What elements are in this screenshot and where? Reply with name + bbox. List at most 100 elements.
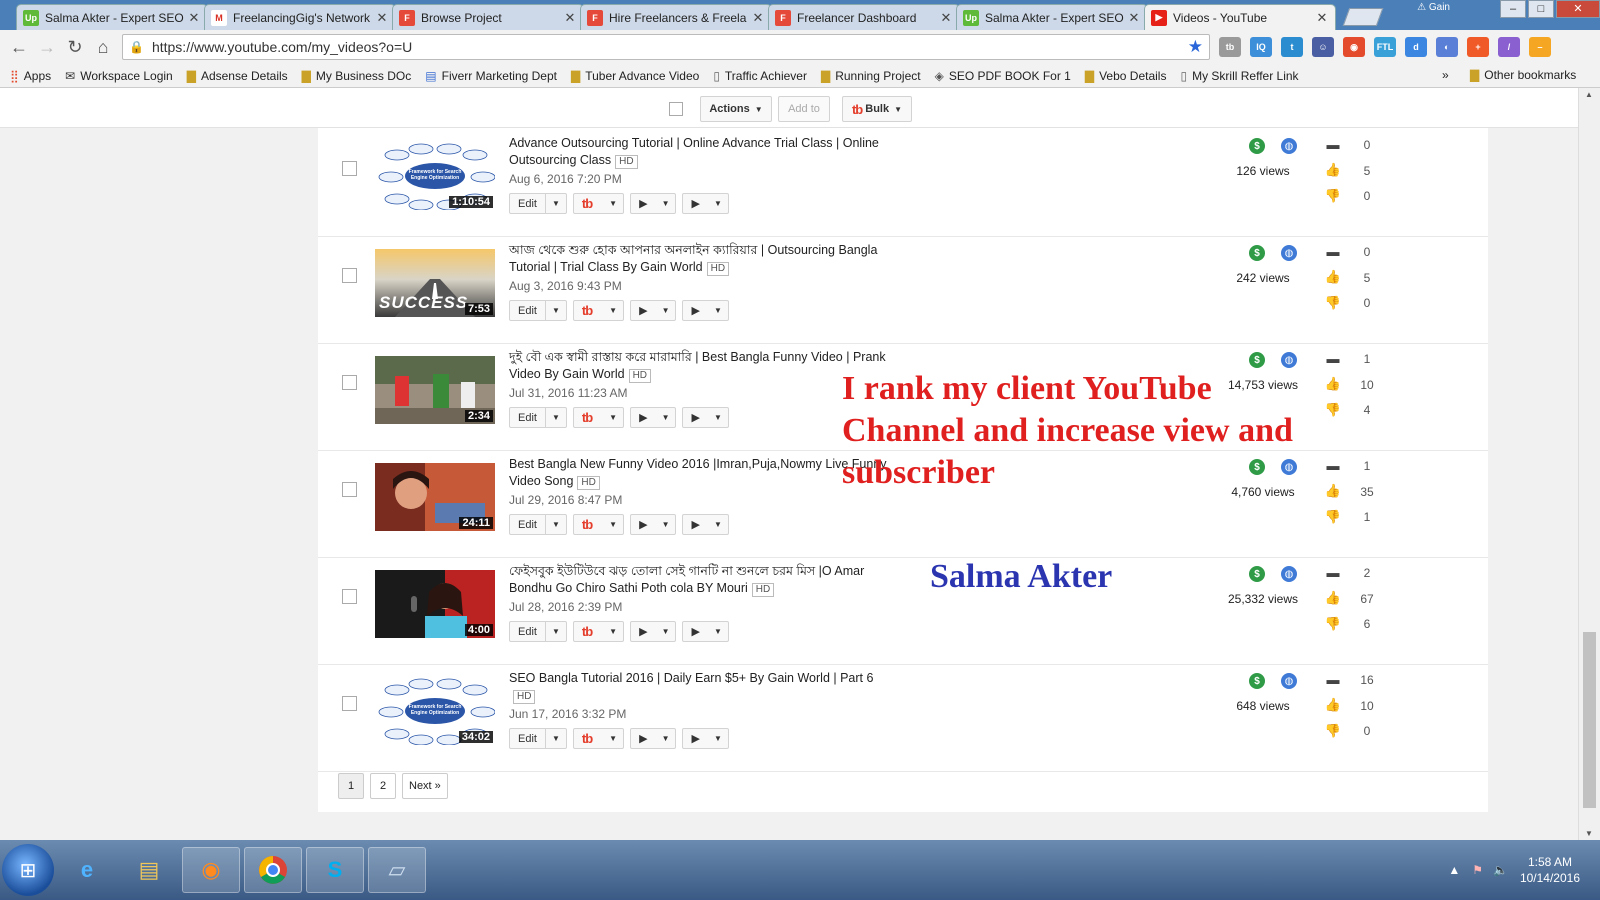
comment-icon[interactable]: ▬	[1324, 672, 1342, 687]
video-select-checkbox[interactable]	[342, 696, 357, 711]
promote-button[interactable]: ▶ ▼	[682, 728, 729, 749]
public-globe-icon[interactable]: ◍	[1281, 566, 1297, 582]
video-thumbnail[interactable]: 2:34	[375, 356, 495, 424]
tab-6[interactable]: Up Salma Akter - Expert SEO ✕	[956, 4, 1148, 30]
monetization-icon[interactable]: $	[1249, 673, 1265, 689]
comment-icon[interactable]: ▬	[1324, 565, 1342, 580]
public-globe-icon[interactable]: ◍	[1281, 352, 1297, 368]
tubebuddy-menu-button[interactable]: tb ▼	[572, 621, 625, 642]
tray-expand-icon[interactable]: ▲	[1448, 863, 1460, 877]
playlist-button[interactable]: ▶ ▼	[630, 407, 677, 428]
caret-down-icon[interactable]: ▼	[544, 194, 566, 213]
caret-down-icon[interactable]: ▼	[544, 301, 566, 320]
next-page-button[interactable]: Next »	[402, 773, 448, 799]
close-window-button[interactable]: ✕	[1556, 0, 1600, 18]
start-button[interactable]: ⊞	[2, 844, 54, 896]
edit-button[interactable]: Edit ▼	[509, 514, 567, 535]
bookmark-9[interactable]: ◈ SEO PDF BOOK For 1	[935, 69, 1071, 83]
skype-icon[interactable]: S	[306, 847, 364, 893]
page-scrollbar[interactable]: ▲ ▼	[1578, 88, 1600, 840]
bookmarks-overflow-button[interactable]: »	[1442, 68, 1449, 82]
firefox-icon[interactable]: ◉	[182, 847, 240, 893]
tubebuddy-menu-button[interactable]: tb ▼	[572, 407, 625, 428]
video-thumbnail[interactable]: 24:11	[375, 463, 495, 531]
ext-icon[interactable]: ☺	[1312, 37, 1334, 57]
monetization-icon[interactable]: $	[1249, 138, 1265, 154]
tab-7[interactable]: ▶ Videos - YouTube ✕	[1144, 4, 1336, 30]
promote-button[interactable]: ▶ ▼	[682, 193, 729, 214]
video-thumbnail[interactable]: Framework for Search Engine Optimization…	[375, 142, 495, 210]
video-select-checkbox[interactable]	[342, 268, 357, 283]
ext-icon[interactable]: +	[1467, 37, 1489, 57]
bookmark-10[interactable]: ▇ Vebo Details	[1085, 69, 1167, 83]
caret-down-icon[interactable]: ▼	[544, 408, 566, 427]
playlist-button[interactable]: ▶ ▼	[630, 193, 677, 214]
ext-icon[interactable]: ◉	[1343, 37, 1365, 57]
tab-2[interactable]: M FreelancingGig's Network ✕	[204, 4, 396, 30]
bookmark-2[interactable]: ✉ Workspace Login	[65, 69, 173, 83]
bookmark-1[interactable]: ⣿ Apps	[10, 69, 51, 83]
back-arrow-icon[interactable]: ←	[6, 34, 32, 60]
video-select-checkbox[interactable]	[342, 161, 357, 176]
thumbs-up-icon[interactable]: 👍	[1324, 483, 1342, 499]
edit-button[interactable]: Edit ▼	[509, 300, 567, 321]
ftl-ext-icon[interactable]: FTL	[1374, 37, 1396, 57]
edit-button[interactable]: Edit ▼	[509, 621, 567, 642]
tab-4[interactable]: F Hire Freelancers & Freela ✕	[580, 4, 772, 30]
thumbs-up-icon[interactable]: 👍	[1324, 590, 1342, 606]
monetization-icon[interactable]: $	[1249, 352, 1265, 368]
thumbs-up-icon[interactable]: 👍	[1324, 162, 1342, 178]
comment-icon[interactable]: ▬	[1324, 351, 1342, 366]
file-explorer-icon[interactable]: ▤	[120, 847, 178, 893]
tubebuddy-ext-icon[interactable]: tb	[1219, 37, 1241, 57]
tubebuddy-menu-button[interactable]: tb ▼	[572, 193, 625, 214]
thumbs-down-icon[interactable]: 👎	[1324, 616, 1342, 632]
bookmark-star-icon[interactable]: ★	[1188, 37, 1203, 57]
thumbs-down-icon[interactable]: 👎	[1324, 723, 1342, 739]
video-thumbnail[interactable]: 4:00	[375, 570, 495, 638]
minimize-button[interactable]: –	[1500, 0, 1526, 18]
video-title[interactable]: দুই বৌ এক স্বামী রাস্তায় করে মারামারি |…	[509, 349, 889, 383]
video-thumbnail[interactable]: SUCCESS 7:53	[375, 249, 495, 317]
close-icon[interactable]: ✕	[187, 10, 201, 26]
edit-button[interactable]: Edit ▼	[509, 193, 567, 214]
bookmark-5[interactable]: ▤ Fiverr Marketing Dept	[425, 69, 557, 83]
tab-5[interactable]: F Freelancer Dashboard ✕	[768, 4, 960, 30]
promote-button[interactable]: ▶ ▼	[682, 407, 729, 428]
tubebuddy-menu-button[interactable]: tb ▼	[572, 514, 625, 535]
notepad-icon[interactable]: ▱	[368, 847, 426, 893]
internet-explorer-icon[interactable]: e	[58, 847, 116, 893]
new-tab-button[interactable]	[1342, 8, 1384, 26]
edit-button[interactable]: Edit ▼	[509, 407, 567, 428]
tubebuddy-menu-button[interactable]: tb ▼	[572, 300, 625, 321]
close-icon[interactable]: ✕	[1127, 10, 1141, 26]
bookmark-8[interactable]: ▇ Running Project	[821, 69, 921, 83]
promote-button[interactable]: ▶ ▼	[682, 514, 729, 535]
page-1-button[interactable]: 1	[338, 773, 364, 799]
scroll-down-arrow-icon[interactable]: ▼	[1585, 829, 1593, 838]
thumbs-up-icon[interactable]: 👍	[1324, 269, 1342, 285]
thumbs-up-icon[interactable]: 👍	[1324, 697, 1342, 713]
address-bar[interactable]: 🔒 https://www.youtube.com/my_videos?o=U …	[122, 34, 1210, 60]
scrollbar-thumb[interactable]	[1583, 632, 1596, 808]
page-2-button[interactable]: 2	[370, 773, 396, 799]
other-bookmarks[interactable]: ▇ Other bookmarks	[1470, 68, 1576, 82]
close-icon[interactable]: ✕	[751, 10, 765, 26]
comment-icon[interactable]: ▬	[1324, 244, 1342, 259]
video-title-text[interactable]: Best Bangla New Funny Video 2016 |Imran,…	[509, 457, 887, 488]
ext-icon[interactable]: ◐	[1436, 37, 1458, 57]
close-icon[interactable]: ✕	[563, 10, 577, 26]
bookmark-4[interactable]: ▇ My Business DOc	[302, 69, 412, 83]
chrome-icon[interactable]	[244, 847, 302, 893]
close-icon[interactable]: ✕	[939, 10, 953, 26]
video-select-checkbox[interactable]	[342, 589, 357, 604]
scroll-up-arrow-icon[interactable]: ▲	[1585, 90, 1593, 99]
close-icon[interactable]: ✕	[375, 10, 389, 26]
ext-icon[interactable]: –	[1529, 37, 1551, 57]
volume-icon[interactable]: 🔈	[1493, 863, 1508, 877]
video-title[interactable]: Advance Outsourcing Tutorial | Online Ad…	[509, 135, 889, 169]
playlist-button[interactable]: ▶ ▼	[630, 728, 677, 749]
video-thumbnail[interactable]: Framework for Search Engine Optimization…	[375, 677, 495, 745]
video-title[interactable]: আজ থেকে শুরু হোক আপনার অনলাইন ক্যারিয়ার…	[509, 242, 889, 276]
tab-1[interactable]: Up Salma Akter - Expert SEO ✕	[16, 4, 208, 30]
